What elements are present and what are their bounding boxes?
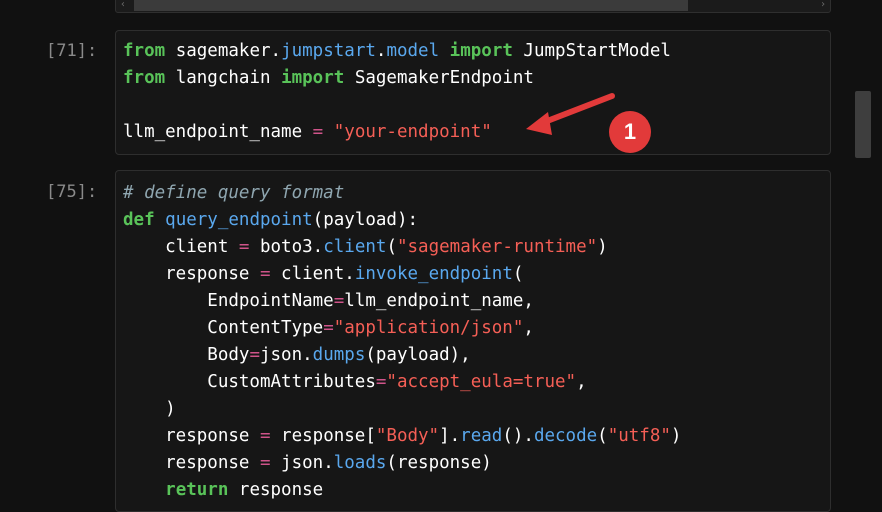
code-token: llm_endpoint_name <box>123 122 313 142</box>
code-token: client <box>123 237 239 257</box>
code-line: Body=json.dumps(payload), <box>123 342 681 369</box>
code-token: response <box>123 264 260 284</box>
code-token: Body <box>123 345 250 365</box>
code-token: return <box>165 480 229 500</box>
code-token: json. <box>270 453 334 473</box>
chevron-right-icon[interactable]: › <box>820 0 826 12</box>
code-token: response <box>123 426 260 446</box>
code-token: , <box>523 318 534 338</box>
code-token: = <box>259 453 271 473</box>
code-token: query_endpoint <box>165 210 313 230</box>
code-token: = <box>249 345 260 365</box>
scrollbar-thumb[interactable] <box>134 0 688 11</box>
code-line: client = boto3.client("sagemaker-runtime… <box>123 234 681 261</box>
code-token: = <box>375 372 387 392</box>
horizontal-scrollbar[interactable]: ‹ › <box>115 0 831 13</box>
code-token: invoke_endpoint <box>354 264 513 284</box>
code-token: jumpstart <box>281 41 376 61</box>
code-cell[interactable]: # define query format def query_endpoint(… <box>115 170 831 512</box>
vertical-scrollbar-thumb[interactable] <box>855 91 871 158</box>
code-token: # define query format <box>123 183 345 203</box>
code-token: ) <box>123 399 176 419</box>
code-token: response[ <box>270 426 376 446</box>
code-token: json. <box>259 345 313 365</box>
code-line: ) <box>123 396 681 423</box>
code-line: EndpointName=llm_endpoint_name, <box>123 288 681 315</box>
code-token: "your-endpoint" <box>333 122 492 142</box>
code-token: client. <box>270 264 355 284</box>
code-token: , <box>576 372 587 392</box>
code-token: CustomAttributes <box>123 372 376 392</box>
code-token: = <box>312 122 324 142</box>
code-line: response = response["Body"].read().decod… <box>123 423 681 450</box>
code-token: ]. <box>439 426 461 446</box>
code-line: response = json.loads(response) <box>123 450 681 477</box>
code-token: = <box>323 318 334 338</box>
code-token: client <box>323 237 387 257</box>
code-token: "application/json" <box>333 318 524 338</box>
code-token: dumps <box>312 345 366 365</box>
code-token: = <box>238 237 250 257</box>
code-line: from sagemaker.jumpstart.model import Ju… <box>123 38 671 65</box>
code-editor[interactable]: # define query format def query_endpoint(… <box>123 180 681 504</box>
code-token: boto3. <box>249 237 324 257</box>
code-token: SagemakerEndpoint <box>344 68 534 88</box>
code-token: (payload): <box>312 210 419 230</box>
code-token: (payload), <box>365 345 471 365</box>
code-line: CustomAttributes="accept_eula=true", <box>123 369 681 396</box>
code-token: ( <box>512 264 524 284</box>
code-token: read <box>460 426 503 446</box>
code-token: langchain <box>165 68 282 88</box>
code-token: response <box>123 453 260 473</box>
code-token: loads <box>333 453 387 473</box>
code-token: import <box>449 41 513 61</box>
code-token: = <box>259 264 271 284</box>
code-token: response <box>228 480 324 500</box>
code-line: def query_endpoint(payload): <box>123 207 681 234</box>
code-line: response = client.invoke_endpoint( <box>123 261 681 288</box>
code-token: "Body" <box>375 426 440 446</box>
code-token: ) <box>670 426 682 446</box>
code-token: model <box>386 41 440 61</box>
cell-prompt: [75]: <box>46 182 98 202</box>
annotation-arrow-icon <box>526 93 615 135</box>
chevron-left-icon[interactable]: ‹ <box>120 0 126 12</box>
code-line: # define query format <box>123 180 681 207</box>
annotation-badge: 1 <box>609 111 651 153</box>
code-token: = <box>333 291 345 311</box>
code-token: import <box>281 68 345 88</box>
code-token: "accept_eula=true" <box>386 372 577 392</box>
code-token: EndpointName <box>123 291 334 311</box>
code-token: def <box>123 210 155 230</box>
code-token: ( <box>386 237 397 257</box>
code-token: "sagemaker-runtime" <box>396 237 598 257</box>
code-token: = <box>259 426 271 446</box>
code-token: sagemaker. <box>165 41 282 61</box>
code-token: from <box>123 41 166 61</box>
code-line: ContentType="application/json", <box>123 315 681 342</box>
code-token: llm_endpoint_name, <box>344 291 534 311</box>
code-token: . <box>375 41 387 61</box>
code-token: ( <box>597 426 608 446</box>
code-token: from <box>123 68 166 88</box>
code-token: (). <box>502 426 534 446</box>
code-token: (response) <box>386 453 492 473</box>
code-cell[interactable]: from sagemaker.jumpstart.model import Ju… <box>115 30 831 155</box>
code-token: "utf8" <box>607 426 671 446</box>
cell-prompt: [71]: <box>46 41 98 61</box>
code-token: ContentType <box>123 318 324 338</box>
code-token: ) <box>597 237 608 257</box>
code-token: decode <box>533 426 598 446</box>
code-line: return response <box>123 477 681 504</box>
code-token: JumpStartModel <box>512 41 671 61</box>
